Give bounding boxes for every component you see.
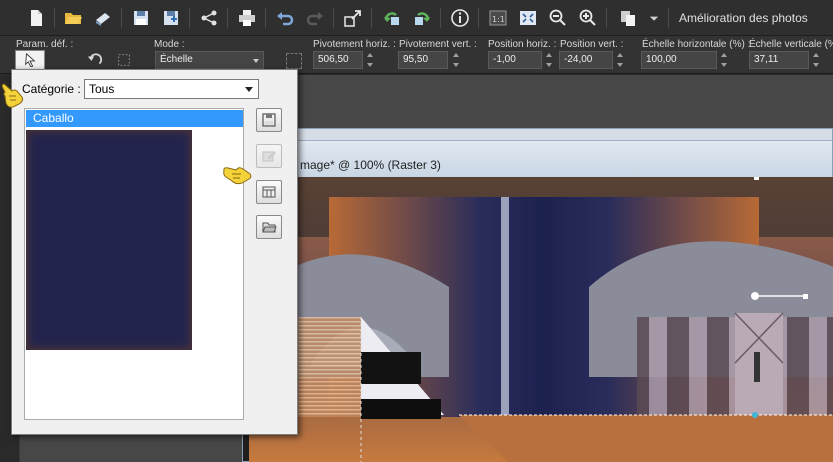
- scale-h-spinner[interactable]: [718, 51, 730, 69]
- hand-pointer-icon: [0, 82, 26, 110]
- hand-pointer-icon: [222, 163, 252, 187]
- pos-h-label: Position horiz. :: [488, 39, 557, 50]
- mode-value: Échelle: [160, 54, 193, 65]
- scale-h-input[interactable]: 100,00: [641, 51, 717, 69]
- folder-icon: [262, 222, 277, 233]
- photo-enhancement-menu[interactable]: Amélioration des photos: [679, 11, 808, 25]
- pivot-v-input[interactable]: 95,50: [398, 51, 448, 69]
- main-toolbar: 1:1 Amélioration des photos: [0, 0, 833, 36]
- pos-h-input[interactable]: -1,00: [488, 51, 542, 69]
- print-icon[interactable]: [235, 6, 259, 30]
- save-icon[interactable]: [129, 6, 153, 30]
- preset-thumbnail[interactable]: [26, 130, 192, 350]
- pivot-target-icon[interactable]: [286, 53, 302, 69]
- presets-picker[interactable]: [15, 50, 45, 70]
- share-icon[interactable]: [197, 6, 221, 30]
- chevron-down-icon: [253, 59, 259, 63]
- presets-label: Param. déf. :: [16, 39, 74, 50]
- mode-label: Mode :: [154, 39, 185, 50]
- scale-h-label: Échelle horizontale (%) :: [642, 39, 751, 50]
- document-titlebar[interactable]: mage* @ 100% (Raster 3): [243, 129, 832, 177]
- fit-window-icon[interactable]: [516, 6, 540, 30]
- list-icon: [262, 186, 276, 198]
- redo-icon[interactable]: [303, 6, 327, 30]
- pos-v-input[interactable]: -24,00: [559, 51, 613, 69]
- pos-h-spinner[interactable]: [543, 51, 555, 69]
- copy-icon[interactable]: [616, 6, 640, 30]
- pivot-h-label: Pivotement horiz. :: [313, 39, 396, 50]
- new-document-icon[interactable]: [24, 6, 48, 30]
- image-canvas[interactable]: [249, 177, 833, 462]
- pointer-icon: [25, 52, 36, 68]
- reset-icon[interactable]: [86, 52, 106, 70]
- svg-text:1:1: 1:1: [492, 15, 505, 24]
- scale-v-spinner[interactable]: [810, 51, 822, 69]
- category-value: Tous: [89, 82, 115, 96]
- info-icon[interactable]: [448, 6, 472, 30]
- preset-list[interactable]: Caballo: [24, 108, 244, 420]
- pivot-h-spinner[interactable]: [364, 51, 376, 69]
- save-icon: [262, 113, 276, 127]
- undo-icon[interactable]: [273, 6, 297, 30]
- save-as-icon[interactable]: [159, 6, 183, 30]
- category-select[interactable]: Tous: [84, 79, 259, 99]
- pivot-v-label: Pivotement vert. :: [399, 39, 477, 50]
- transform-icon[interactable]: [116, 52, 134, 70]
- zoom-in-icon[interactable]: [576, 6, 600, 30]
- category-label: Catégorie :: [22, 82, 81, 96]
- document-window: mage* @ 100% (Raster 3): [242, 128, 833, 462]
- preset-dialog: Catégorie : Tous Caballo: [11, 69, 298, 435]
- pivot-v-spinner[interactable]: [450, 51, 462, 69]
- save-preset-button[interactable]: [256, 108, 282, 132]
- actual-size-icon[interactable]: 1:1: [486, 6, 510, 30]
- copy-dropdown-icon[interactable]: [647, 6, 661, 30]
- edit-icon: [262, 151, 276, 162]
- edit-preset-button[interactable]: [256, 144, 282, 168]
- document-title: mage* @ 100% (Raster 3): [300, 158, 441, 172]
- rotate-right-icon[interactable]: [410, 6, 434, 30]
- open-folder-icon[interactable]: [61, 6, 85, 30]
- open-preset-folder-button[interactable]: [256, 215, 282, 239]
- pos-v-label: Position vert. :: [560, 39, 624, 50]
- scan-icon[interactable]: [91, 6, 115, 30]
- rotate-left-icon[interactable]: [380, 6, 404, 30]
- resize-icon[interactable]: [341, 6, 365, 30]
- scale-v-input[interactable]: 37,11: [749, 51, 809, 69]
- pivot-h-input[interactable]: 506,50: [313, 51, 363, 69]
- zoom-out-icon[interactable]: [546, 6, 570, 30]
- canvas-artwork: [249, 177, 833, 462]
- titlebar-strip: [243, 129, 832, 141]
- mode-select[interactable]: Échelle: [155, 51, 264, 69]
- scale-v-label: Échelle verticale (%: [749, 39, 833, 50]
- pos-v-spinner[interactable]: [614, 51, 626, 69]
- preset-item-caballo[interactable]: Caballo: [26, 110, 243, 127]
- manage-presets-button[interactable]: [256, 180, 282, 204]
- chevron-down-icon: [245, 87, 253, 92]
